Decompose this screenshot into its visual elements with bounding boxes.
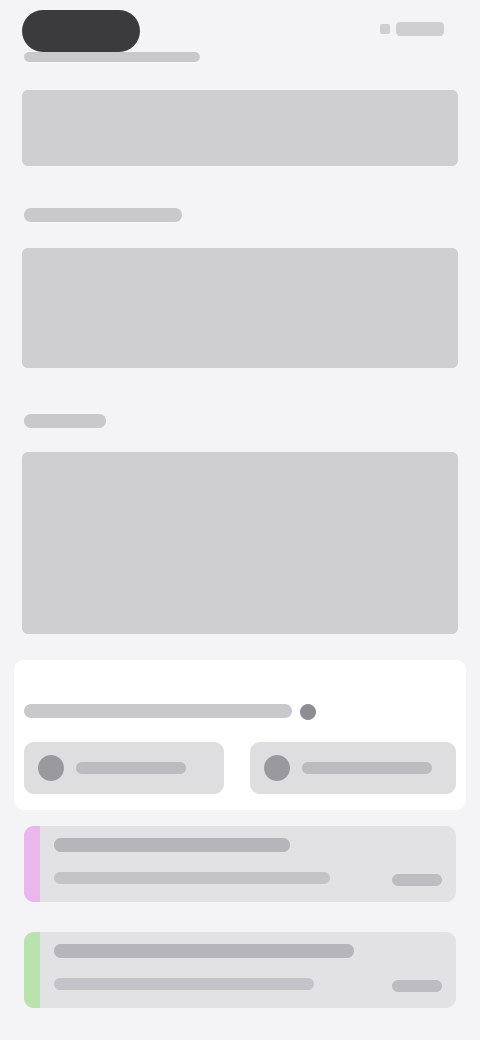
list-item-subtitle [54,872,330,884]
section-2-field[interactable] [22,248,458,368]
button-1-label [76,762,186,774]
status-indicators [380,22,444,36]
button-1-icon [38,755,64,781]
section-3-label [24,414,106,428]
list-item-tag [392,980,442,992]
list-item-title [54,838,290,852]
list-item-accent [24,826,40,902]
section-1-label [24,52,200,62]
status-pill [22,10,140,52]
button-2-icon [264,755,290,781]
list-item-title [54,944,354,958]
list-item-subtitle [54,978,314,990]
panel-heading [24,704,292,718]
info-icon[interactable] [300,704,316,720]
panel-button-2[interactable] [250,742,456,794]
section-2-label [24,208,182,222]
list-item-accent [24,932,40,1008]
panel-button-1[interactable] [24,742,224,794]
list-item-tag [392,874,442,886]
button-2-label [302,762,432,774]
battery-icon [396,22,444,36]
section-1-field[interactable] [22,90,458,166]
section-3-field[interactable] [22,452,458,634]
list-item[interactable] [24,932,456,1008]
list-item[interactable] [24,826,456,902]
signal-icon [380,24,390,34]
